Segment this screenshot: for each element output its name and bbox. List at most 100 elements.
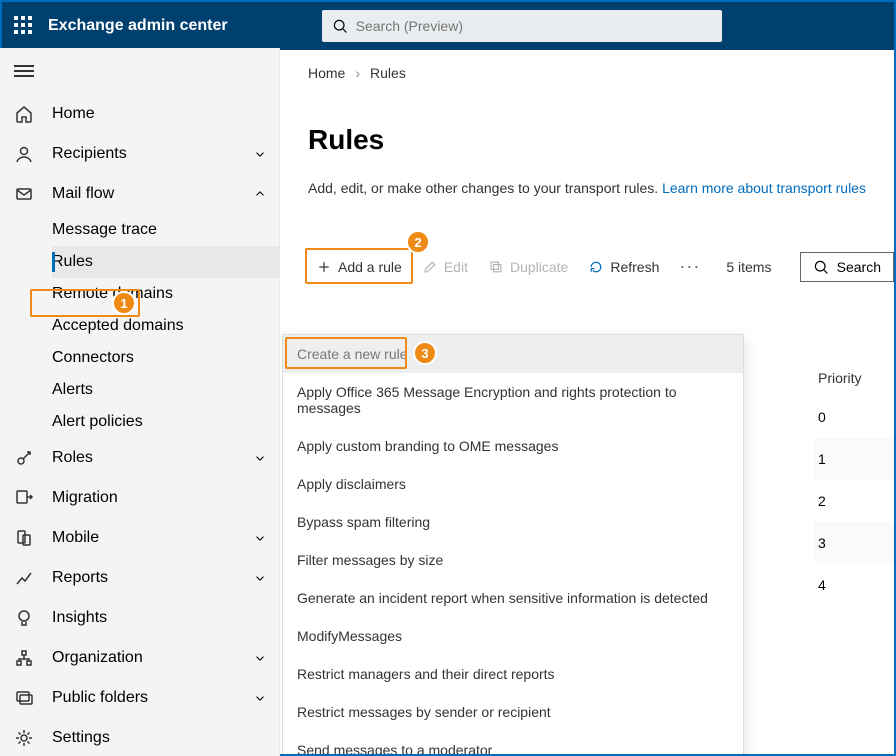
annotation-badge-3: 3 [413, 341, 437, 365]
sidebar-item-label: Alerts [52, 381, 267, 399]
migration-icon [14, 488, 34, 508]
sidebar-item-migration[interactable]: Migration [0, 478, 279, 518]
sidebar-item-label: Recipients [52, 145, 253, 163]
hamburger-button[interactable] [0, 48, 279, 94]
sidebar-item-home[interactable]: Home [0, 94, 279, 134]
search-button[interactable]: Search [800, 252, 894, 282]
dropdown-item[interactable]: Send messages to a moderator [283, 731, 743, 754]
sidebar-item-alert-policies[interactable]: Alert policies [52, 406, 279, 438]
edit-button[interactable]: Edit [414, 253, 476, 281]
refresh-button[interactable]: Refresh [580, 253, 667, 281]
sidebar-item-label: Mail flow [52, 185, 253, 203]
main-content: Home › Rules Rules Add, edit, or make ot… [282, 50, 894, 754]
chevron-down-icon [253, 571, 267, 585]
home-icon [14, 104, 34, 124]
sidebar-sub-mailflow: Message trace Rules Remote domains Accep… [0, 214, 279, 438]
priority-cell: 3 [814, 522, 894, 564]
sidebar-item-accepted-domains[interactable]: Accepted domains [52, 310, 279, 342]
priority-cell: 1 [814, 438, 894, 480]
sidebar-item-label: Connectors [52, 349, 267, 367]
dropdown-item[interactable]: Apply Office 365 Message Encryption and … [283, 373, 743, 427]
mail-icon [14, 184, 34, 204]
priority-header: Priority [814, 360, 894, 396]
sidebar-item-label: Settings [52, 729, 267, 747]
sidebar-item-connectors[interactable]: Connectors [52, 342, 279, 374]
top-bar: Exchange admin center [2, 2, 894, 50]
sidebar-item-public-folders[interactable]: Public folders [0, 678, 279, 718]
page-description-text: Add, edit, or make other changes to your… [308, 180, 662, 196]
sidebar-item-insights[interactable]: Insights [0, 598, 279, 638]
settings-icon [14, 728, 34, 748]
folders-icon [14, 688, 34, 708]
chevron-down-icon [253, 451, 267, 465]
global-search-input[interactable] [356, 18, 712, 34]
mobile-icon [14, 528, 34, 548]
dropdown-item[interactable]: Apply disclaimers [283, 465, 743, 503]
dropdown-item[interactable]: Generate an incident report when sensiti… [283, 579, 743, 617]
chevron-down-icon [253, 531, 267, 545]
breadcrumb-current: Rules [370, 65, 406, 81]
search-icon [813, 259, 829, 275]
sidebar-item-label: Insights [52, 609, 267, 627]
sidebar-item-label: Alert policies [52, 413, 267, 431]
sidebar-item-label: Roles [52, 449, 253, 467]
chevron-down-icon [253, 651, 267, 665]
sidebar-item-label: Message trace [52, 221, 267, 239]
sidebar-item-recipients[interactable]: Recipients [0, 134, 279, 174]
learn-more-link[interactable]: Learn more about transport rules [662, 180, 866, 196]
global-search[interactable] [322, 10, 722, 42]
dropdown-item-create-new[interactable]: Create a new rule [283, 335, 743, 373]
page-title: Rules [308, 124, 894, 156]
sidebar-item-label: Organization [52, 649, 253, 667]
dropdown-item[interactable]: Apply custom branding to OME messages [283, 427, 743, 465]
sidebar-item-rules[interactable]: Rules [52, 246, 279, 278]
dropdown-item[interactable]: Restrict messages by sender or recipient [283, 693, 743, 731]
sidebar-item-mobile[interactable]: Mobile [0, 518, 279, 558]
hamburger-icon [14, 62, 34, 81]
sidebar-item-message-trace[interactable]: Message trace [52, 214, 279, 246]
sidebar-item-label: Accepted domains [52, 317, 267, 335]
add-rule-label: Add a rule [338, 259, 402, 275]
search-label: Search [837, 259, 881, 275]
duplicate-label: Duplicate [510, 259, 568, 275]
chevron-down-icon [253, 147, 267, 161]
chevron-down-icon [253, 691, 267, 705]
duplicate-icon [488, 259, 504, 275]
sidebar-item-roles[interactable]: Roles [0, 438, 279, 478]
refresh-label: Refresh [610, 259, 659, 275]
reports-icon [14, 568, 34, 588]
sidebar-item-remote-domains[interactable]: Remote domains [52, 278, 279, 310]
chevron-up-icon [253, 187, 267, 201]
insights-icon [14, 608, 34, 628]
plus-icon [316, 259, 332, 275]
sidebar-item-label: Migration [52, 489, 267, 507]
sidebar-item-label: Rules [52, 253, 267, 271]
dropdown-item[interactable]: Restrict managers and their direct repor… [283, 655, 743, 693]
key-icon [14, 448, 34, 468]
sidebar-item-reports[interactable]: Reports [0, 558, 279, 598]
priority-cell: 0 [814, 396, 894, 438]
add-rule-button[interactable]: Add a rule [308, 253, 410, 281]
edit-label: Edit [444, 259, 468, 275]
sidebar-item-alerts[interactable]: Alerts [52, 374, 279, 406]
dropdown-item[interactable]: Filter messages by size [283, 541, 743, 579]
toolbar: Add a rule Edit Duplicate Refresh ··· 5 … [308, 252, 894, 281]
chevron-right-icon: › [355, 65, 360, 81]
sidebar-item-label: Remote domains [52, 285, 267, 303]
org-icon [14, 648, 34, 668]
annotation-badge-2: 2 [406, 230, 430, 254]
page-description: Add, edit, or make other changes to your… [308, 180, 894, 196]
more-actions-button[interactable]: ··· [671, 252, 708, 281]
sidebar-item-organization[interactable]: Organization [0, 638, 279, 678]
sidebar-item-mailflow[interactable]: Mail flow [0, 174, 279, 214]
add-rule-dropdown: Create a new rule Apply Office 365 Messa… [282, 334, 744, 754]
dropdown-item[interactable]: Bypass spam filtering [283, 503, 743, 541]
duplicate-button[interactable]: Duplicate [480, 253, 576, 281]
app-launcher-icon[interactable] [14, 16, 34, 36]
person-icon [14, 144, 34, 164]
dropdown-item[interactable]: ModifyMessages [283, 617, 743, 655]
breadcrumb: Home › Rules [308, 50, 894, 96]
search-icon [332, 18, 348, 34]
sidebar-item-settings[interactable]: Settings [0, 718, 279, 756]
breadcrumb-home[interactable]: Home [308, 65, 345, 81]
